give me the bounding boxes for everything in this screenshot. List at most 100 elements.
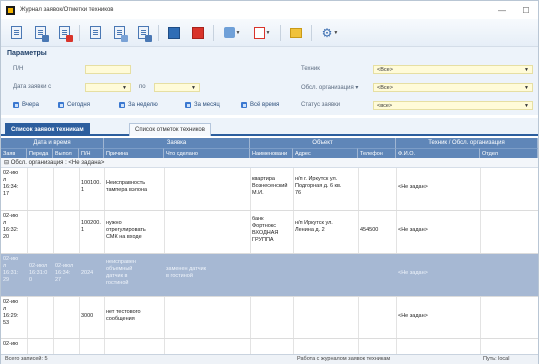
- date-from-label: Дата заявки с: [13, 84, 52, 90]
- cell-done: заменен датчик в гостиной: [166, 266, 207, 279]
- gear-icon: ⚙: [321, 25, 333, 40]
- column-header-fio[interactable]: Ф.И.О.: [396, 148, 480, 158]
- cell-fio: <Не задан>: [398, 227, 428, 233]
- table-row[interactable]: 02-ию л 16:32: 20 100200. 1 нужно отрегу…: [1, 211, 538, 254]
- cell-reason: Неисправность тампера вэлона: [106, 180, 148, 193]
- cell-pn: 100200. 1: [81, 220, 101, 233]
- edit-document-button[interactable]: [31, 24, 49, 42]
- column-header-request-time[interactable]: Заяв: [1, 148, 27, 158]
- save-button[interactable]: [165, 24, 183, 42]
- quick-month-button[interactable]: За месяц: [185, 102, 220, 108]
- column-header-reason[interactable]: Причина: [104, 148, 164, 158]
- forward-button[interactable]: [110, 24, 128, 42]
- quick-week-button[interactable]: За неделю: [119, 102, 158, 108]
- calendar-icon: [13, 102, 19, 108]
- quick-all-time-button[interactable]: Всё время: [241, 102, 279, 108]
- technician-label: Техник: [301, 66, 320, 72]
- cell-request-time: 02-ию: [3, 341, 19, 347]
- refresh-button[interactable]: [287, 24, 305, 42]
- requests-grid: Дата и время Заявка Объект Техник / Обсл…: [1, 138, 538, 354]
- cell-request-time: 02-ию л 16:29: 53: [3, 299, 19, 326]
- quick-today-button[interactable]: Сегодня: [58, 102, 90, 108]
- group-label: Обсл. организация : <Не задана>: [10, 160, 105, 166]
- group-row[interactable]: ⊟ Обсл. организация : <Не задана>: [1, 158, 538, 168]
- organization-select[interactable]: <Все> ▼: [373, 83, 533, 92]
- cell-pn: 2024: [81, 270, 94, 276]
- column-header-address[interactable]: Адрес: [293, 148, 358, 158]
- calendar-icon: [58, 102, 64, 108]
- app-window: Журнал заявок/Отметки техников — ☐ ▼ ▼ ⚙…: [0, 0, 539, 364]
- table-row[interactable]: 02-ию л 16:34: 17 100100. 1 Неисправност…: [1, 168, 538, 211]
- title-bar: Журнал заявок/Отметки техников — ☐: [1, 1, 538, 19]
- chevron-down-icon: ▼: [524, 85, 529, 91]
- cell-request-time: 02-ию л 16:32: 20: [3, 213, 19, 240]
- column-header-completed[interactable]: Выпол: [53, 148, 79, 158]
- settings-button[interactable]: ⚙ ▼: [318, 24, 342, 42]
- collapse-icon[interactable]: ⊟: [4, 160, 11, 166]
- cell-reason: неисправен объемный датчик в гостиной: [106, 259, 136, 286]
- cross-badge-icon: [145, 34, 152, 42]
- column-header-department[interactable]: Отдел: [480, 148, 538, 158]
- delete-badge-icon: [66, 34, 73, 42]
- quick-yesterday-button[interactable]: Вчера: [13, 102, 39, 108]
- column-header-pn[interactable]: П/Н: [79, 148, 104, 158]
- column-header-phone[interactable]: Телефон: [358, 148, 396, 158]
- band-technician: Техник / Обсл. организация: [396, 138, 538, 148]
- arrow-badge-icon: [121, 34, 128, 42]
- chevron-down-icon: ▼: [265, 29, 271, 36]
- column-header-name[interactable]: Наименовани: [250, 148, 293, 158]
- cell-request-time: 02-ию л 16:31: 29: [3, 256, 19, 283]
- filter-dropdown-button[interactable]: ▼: [220, 24, 244, 42]
- cell-address: н/п г. Иркутск ул. Подгорная д. 6 кв. 76: [295, 176, 342, 196]
- toolbar-separator: [280, 24, 281, 41]
- save-icon: [168, 26, 180, 39]
- technician-select[interactable]: <Все> ▼: [373, 65, 533, 74]
- cell-reason: нет тестового сообщения: [106, 309, 141, 322]
- export-pdf-button[interactable]: ▼: [250, 24, 274, 42]
- status-bar: Всего записей: 5 Работа с журналом заяво…: [1, 354, 538, 364]
- new-document-button[interactable]: [7, 24, 25, 42]
- toolbar-separator: [213, 24, 214, 41]
- cell-fio: <Не задан>: [398, 184, 428, 190]
- tab-requests-list[interactable]: Список заявок техникам: [5, 123, 90, 136]
- pencil-badge-icon: [42, 34, 49, 42]
- minimize-button[interactable]: —: [490, 1, 514, 19]
- cell-address: н/п Иркутск ул. Ленина д. 2: [295, 220, 333, 233]
- table-row[interactable]: 02-ию л 16:29: 53 3000 нет тестового соо…: [1, 297, 538, 339]
- pdf-icon: [253, 26, 265, 39]
- delete-document-button[interactable]: [55, 24, 73, 42]
- cell-request-time: 02-ию л 16:34: 17: [3, 170, 19, 197]
- cell-transferred: 02-июл 16:31:0 0: [29, 263, 48, 283]
- date-from-input[interactable]: ▼: [85, 83, 131, 92]
- pn-input[interactable]: [85, 65, 131, 74]
- calendar-icon: [241, 102, 247, 108]
- cell-object-name: квартира Вознесенский М.И.: [252, 176, 288, 196]
- new-document-icon: [10, 26, 22, 39]
- table-row[interactable]: 02-ию: [1, 339, 538, 354]
- date-to-input[interactable]: ▼: [154, 83, 200, 92]
- date-to-label: по: [139, 84, 146, 90]
- table-row-selected[interactable]: 02-ию л 16:31: 29 02-июл 16:31:0 0 02-ию…: [1, 254, 538, 297]
- cancel-request-button[interactable]: [134, 24, 152, 42]
- cell-fio: <Не задан>: [398, 313, 428, 319]
- maximize-button[interactable]: ☐: [514, 1, 538, 19]
- filter-icon: [223, 27, 235, 38]
- cell-reason: нужно отрегулировать СМК на входе: [106, 220, 146, 240]
- column-header-transferred[interactable]: Переда: [27, 148, 53, 158]
- close-record-icon: [192, 26, 204, 39]
- chevron-down-icon: ▼: [524, 67, 529, 73]
- folder-icon: [290, 27, 302, 38]
- list-button[interactable]: [86, 24, 104, 42]
- band-date-time: Дата и время: [1, 138, 104, 148]
- chevron-down-icon: ▼: [235, 29, 241, 36]
- tab-strip: Список заявок техникам Список отметок те…: [1, 118, 538, 136]
- toolbar: ▼ ▼ ⚙ ▼: [1, 19, 538, 47]
- toolbar-separator: [79, 24, 80, 41]
- tab-technician-marks[interactable]: Список отметок техников: [129, 123, 211, 136]
- parameters-panel: Параметры П/Н Дата заявки с ▼ по ▼ Техни…: [1, 47, 538, 115]
- request-status-select[interactable]: <все> ▼: [373, 101, 533, 110]
- window-title: Журнал заявок/Отметки техников: [20, 7, 114, 13]
- organization-label[interactable]: Обсл. организация ▾: [301, 84, 358, 91]
- column-header-done[interactable]: Что сделано: [164, 148, 250, 158]
- close-record-button[interactable]: [189, 24, 207, 42]
